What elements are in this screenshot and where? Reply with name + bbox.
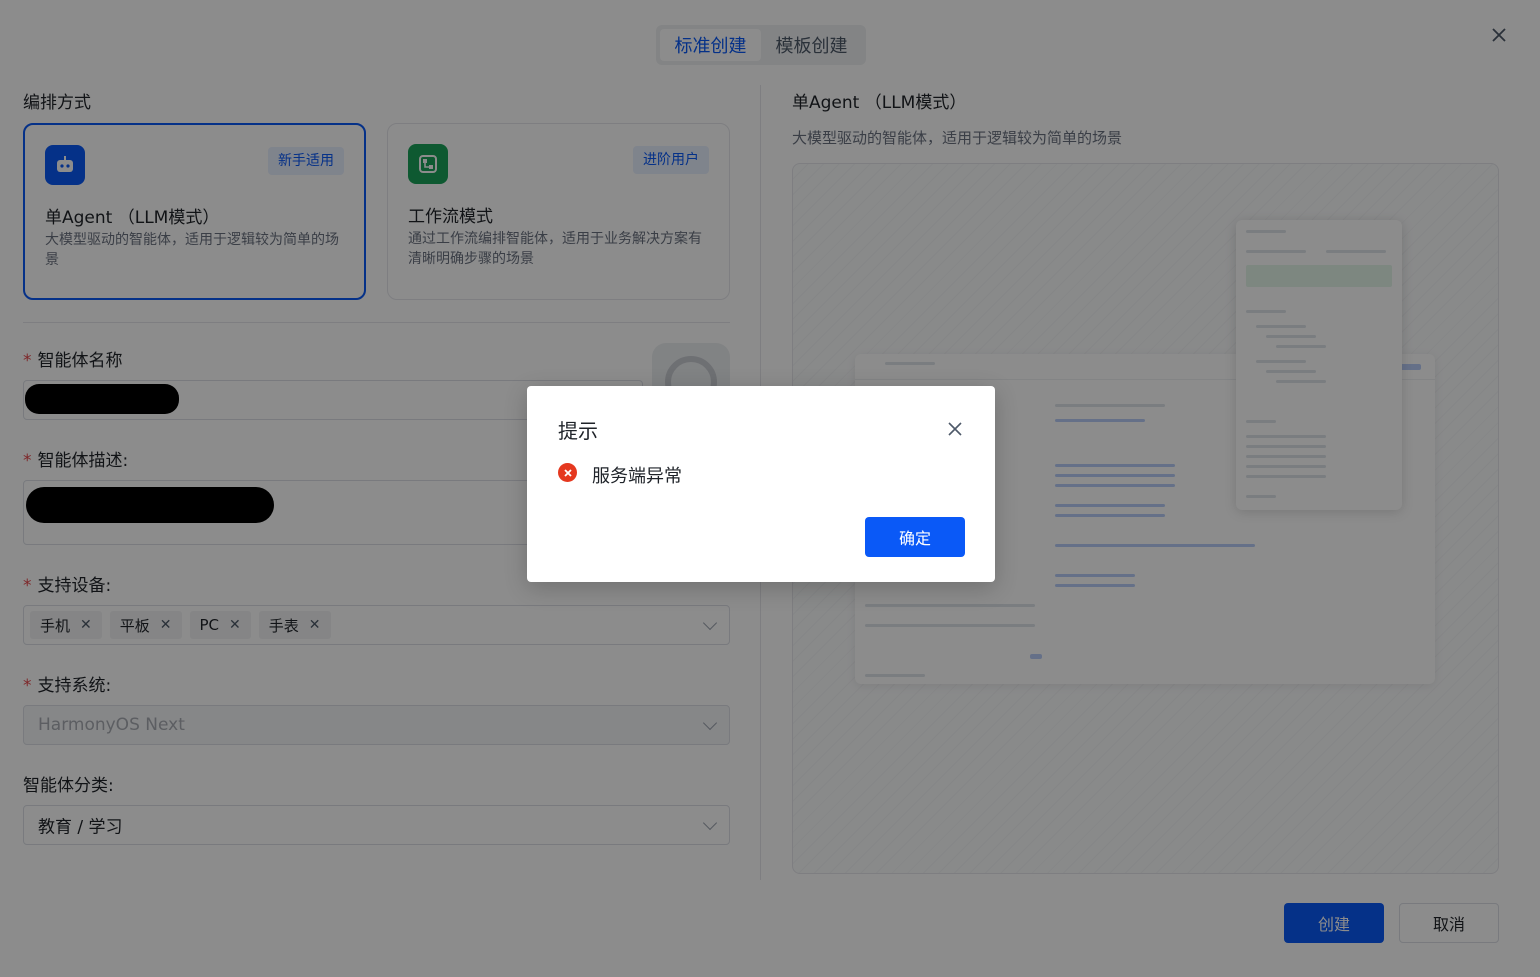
error-dialog: 提示 服务端异常 确定 xyxy=(527,386,995,582)
error-icon xyxy=(558,463,577,482)
dialog-message: 服务端异常 xyxy=(592,466,682,487)
dialog-title: 提示 xyxy=(558,419,598,443)
confirm-button[interactable]: 确定 xyxy=(865,517,965,557)
close-icon[interactable] xyxy=(945,419,965,439)
